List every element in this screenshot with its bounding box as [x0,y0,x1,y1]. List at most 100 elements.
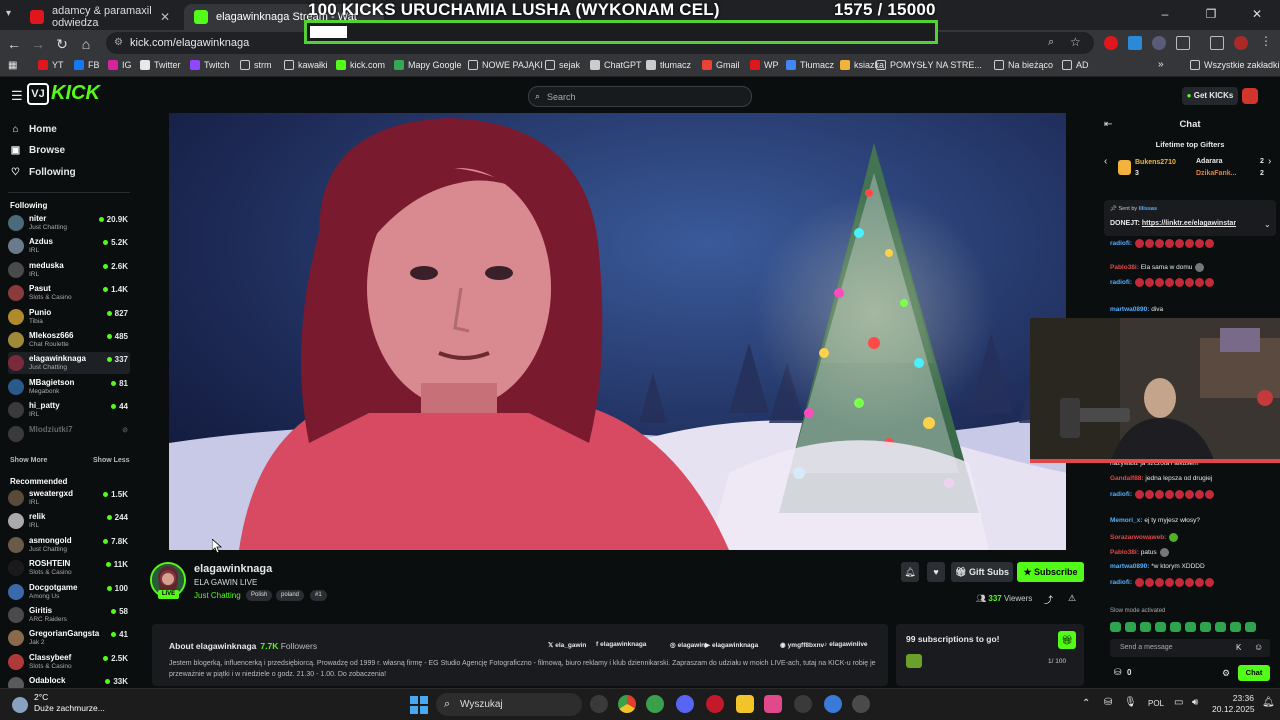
media-player-icon[interactable] [852,695,870,713]
notifications-icon[interactable]: 🔔︎ [1262,697,1275,708]
follow-heart-button[interactable]: ♥ [927,562,945,582]
system-clock[interactable]: 23:36 20.12.2025 [1212,693,1255,715]
chevron-left-icon[interactable]: ‹ [1104,156,1107,167]
sidebar-channel-item[interactable]: Giritis ARC Raiders 58 [8,604,130,626]
app-icon[interactable] [764,695,782,713]
sidebar-channel-item[interactable]: niter Just Chatting 20.9K [8,212,130,234]
sidebar-channel-item[interactable]: hi_patty IRL 44 [8,399,130,421]
social-link[interactable]: 𝕏ela_gawin [548,641,586,649]
chat-username[interactable]: Gandalf88: [1110,475,1144,482]
file-explorer-icon[interactable] [736,695,754,713]
sidebar-channel-item[interactable]: asmongold Just Chatting 7.8K [8,534,130,556]
video-player[interactable] [169,113,1066,550]
maximize-button[interactable]: ❐ [1188,0,1234,30]
close-tab-icon[interactable]: ✕ [160,10,170,24]
bookmark-item[interactable]: kick.com [336,60,385,70]
browser-tab-1[interactable]: adamcy & paramaxil odwiedza ✕ [20,4,180,30]
gifter-name[interactable]: Adarara [1196,158,1222,165]
sidebar-channel-item[interactable]: GregorianGangsta Jak 2 41 [8,627,130,649]
bookmark-item[interactable]: kawałki [284,60,328,70]
reading-list-icon[interactable] [1210,36,1224,50]
all-bookmarks[interactable]: Wszystkie zakładki [1190,60,1280,70]
streamer-name[interactable]: elagawinknaga [194,563,272,575]
bookmark-item[interactable]: Twitch [190,60,230,70]
social-link[interactable]: ◉ ymgff8bxnv [780,641,824,649]
bookmark-item[interactable]: sejak [545,60,580,70]
sidebar-channel-item[interactable]: Mlodziutki7 ⊘ [8,423,130,445]
emoji-icon[interactable]: ☺ [1254,642,1263,652]
emote-shortcut-icon[interactable] [1125,622,1136,632]
bookmark-item[interactable]: NOWE PAJĄKI [468,60,543,70]
home-icon[interactable]: ⌂ [76,34,96,54]
bookmark-item[interactable]: YT [38,60,64,70]
weather-widget[interactable]: 2°C Duże zachmurze... [34,692,105,714]
bookmark-item[interactable]: Mapy Google [394,60,462,70]
gift-subs-button[interactable]: 🎁︎ Gift Subs [951,562,1013,582]
chat-username[interactable]: radiofi: [1110,491,1132,498]
sidebar-channel-item[interactable]: Punio Tibia 827 [8,306,130,328]
emote-shortcut-icon[interactable] [1185,622,1196,632]
chat-username[interactable]: Pablo38i: [1110,549,1139,556]
emote-shortcut-icon[interactable] [1230,622,1241,632]
emote-shortcut-icon[interactable] [1245,622,1256,632]
weather-icon[interactable] [12,697,28,713]
close-window-button[interactable]: ✕ [1234,0,1280,30]
bookmark-item[interactable]: IG [108,60,132,70]
bookmark-item[interactable]: WP [750,60,779,70]
nav-browse[interactable]: ▣ Browse [10,145,65,156]
more-bookmarks-icon[interactable]: » [1158,59,1164,70]
sidebar-channel-item[interactable]: Mlekosz666 Chat Roulette 485 [8,329,130,351]
sidebar-channel-item[interactable]: relik IRL 244 [8,510,130,532]
bookmark-item[interactable]: Na bieżąco [994,60,1053,70]
opera-icon[interactable] [706,695,724,713]
browser-icon[interactable] [646,695,664,713]
obs-icon[interactable] [794,695,812,713]
network-icon[interactable]: ▭ [1174,697,1183,708]
bookmark-item[interactable]: Twitter [140,60,181,70]
emote-shortcut-icon[interactable] [1170,622,1181,632]
chat-username[interactable]: Memori_x: [1110,517,1143,524]
bookmark-item[interactable]: FB [74,60,100,70]
nav-following[interactable]: ♡ Following [10,167,76,178]
microphone-icon[interactable]: 🎙︎ [1124,697,1137,708]
bookmark-item[interactable]: Tłumacz [786,60,834,70]
emote-shortcut-icon[interactable] [1155,622,1166,632]
stream-category[interactable]: Just Chatting [194,591,241,600]
emote-shortcut-icon[interactable] [1110,622,1121,632]
language-indicator[interactable]: POL [1148,699,1164,708]
tab-menu-icon[interactable]: ▾ [6,8,11,19]
social-link[interactable]: ◎ elagawin [670,641,705,649]
volume-icon[interactable]: 🔊︎ [1192,697,1198,708]
sidebar-channel-item[interactable]: Pasut Slots & Casino 1.4K [8,282,130,304]
show-less-button[interactable]: Show Less [93,457,130,464]
kick-emote-icon[interactable]: K [1236,643,1241,652]
chat-username[interactable]: radiofi: [1110,279,1132,286]
show-more-button[interactable]: Show More [10,457,47,464]
apps-grid-icon[interactable]: ▦ [8,60,17,71]
app-icon[interactable] [824,695,842,713]
send-chat-button[interactable]: Chat [1238,665,1270,681]
chat-input[interactable]: Send a message K ☺ [1110,639,1270,657]
profile-avatar[interactable] [1234,36,1248,50]
share-icon[interactable]: ⤴ [1044,593,1053,606]
social-link[interactable]: ♪ elagawinlive [824,641,868,648]
sub-goal-gift-button[interactable]: 🎁︎ [1058,631,1076,649]
discord-icon[interactable] [676,695,694,713]
social-link[interactable]: f elagawinknaga [596,641,646,648]
bookmark-item[interactable]: strm [240,60,272,70]
bookmark-item[interactable]: POMYSŁY NA STRE... [876,60,982,70]
gifter-name[interactable]: Bukens2710 [1135,159,1176,166]
extensions-puzzle-icon[interactable] [1176,36,1190,50]
emote-shortcut-icon[interactable] [1215,622,1226,632]
bookmark-item[interactable]: Gmail [702,60,740,70]
user-avatar[interactable] [1242,88,1258,104]
bookmark-star-icon[interactable]: ☆ [1070,35,1081,49]
social-link[interactable]: ▶ elagawinknaga [705,641,758,649]
sidebar-channel-item[interactable]: elagawinknaga Just Chatting 337 [8,352,130,375]
browser-menu-icon[interactable]: ⋮ [1260,34,1272,48]
sidebar-channel-item[interactable]: Azdus IRL 5.2K [8,235,130,257]
chat-username[interactable]: radiofi: [1110,579,1132,586]
sidebar-channel-item[interactable]: Classybeef Slots & Casino 2.5K [8,651,130,673]
extension-icon[interactable] [1128,36,1142,50]
extension-icon[interactable] [1152,36,1166,50]
